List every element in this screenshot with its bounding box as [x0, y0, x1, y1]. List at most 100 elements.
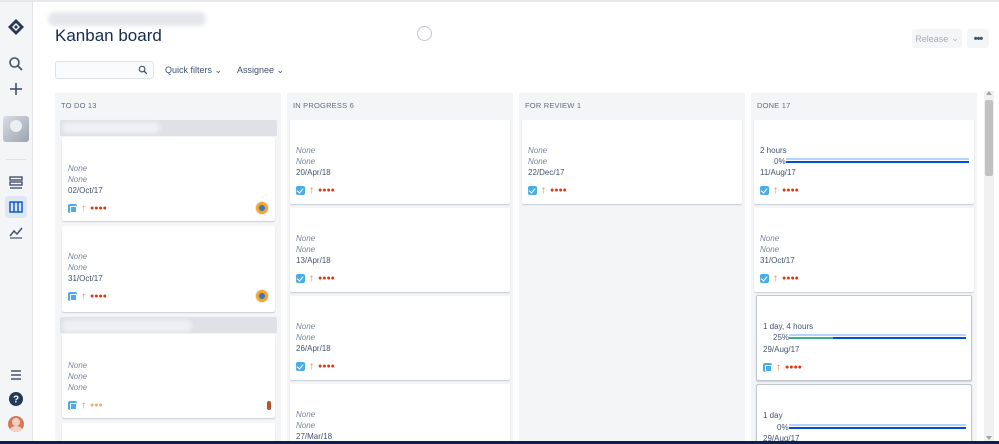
menu-icon[interactable] [5, 364, 27, 386]
assignee-avatar[interactable] [255, 201, 269, 215]
search-icon[interactable] [5, 53, 27, 75]
assignee-avatar[interactable] [267, 401, 271, 410]
card-meta: ↑ ●●● [68, 401, 103, 411]
user-avatar[interactable] [8, 416, 24, 432]
column-header: TO DO 13 [61, 101, 97, 110]
due-date: 11/Aug/17 [760, 168, 796, 177]
card-meta: ↑ ●●●● [296, 273, 335, 284]
priority-high-icon: ↑ [773, 185, 778, 196]
assignee-avatar[interactable] [255, 289, 269, 303]
task-icon [296, 274, 305, 283]
card-meta: ↑ ●●●● [68, 204, 107, 214]
time-estimate: 2 hours [760, 146, 787, 155]
column-header: DONE 17 [757, 101, 791, 110]
column-for-review: FOR REVIEW 1 None None 22/Dec/17 ↑ ●●●● [519, 93, 745, 444]
rank-dots-icon: ●●●● [782, 275, 799, 282]
card-field: None [68, 372, 88, 381]
board-search[interactable] [55, 61, 154, 80]
issue-card[interactable]: None None 22/Dec/17 ↑ ●●●● [522, 120, 742, 204]
column-name: DONE [757, 101, 780, 110]
due-date: 31/Oct/17 [760, 256, 795, 265]
loading-spinner-icon [417, 26, 432, 41]
column-name: TO DO [61, 101, 86, 110]
plus-icon[interactable] [5, 78, 27, 100]
search-input[interactable] [56, 64, 136, 80]
card-field: None [760, 245, 780, 254]
issue-card[interactable]: None None 20/Apr/18 ↑ ●●●● [290, 120, 510, 204]
reports-icon[interactable] [5, 221, 27, 243]
issue-card[interactable]: None None 27/Mar/18 [290, 384, 510, 444]
due-date: 20/Apr/18 [296, 168, 331, 177]
scrollbar-thumb[interactable] [985, 100, 993, 176]
jira-diamond-icon[interactable] [5, 16, 27, 38]
app: ? Kanban board Release ⌄ ••• Quick filte… [0, 0, 999, 444]
scroll-down-arrow-icon[interactable] [986, 436, 992, 440]
project-avatar[interactable] [3, 116, 29, 142]
board-icon[interactable] [5, 196, 27, 218]
progress-percent: 25% [773, 333, 790, 342]
swimlane-group: None None None ↑ ●●● [60, 317, 277, 418]
task-icon [296, 362, 305, 371]
chevron-down-icon: ⌄ [276, 65, 285, 75]
column-name: IN PROGRESS [293, 101, 348, 110]
priority-high-icon: ↑ [541, 185, 546, 196]
card-field: None [296, 245, 316, 254]
progress-fill [789, 337, 834, 339]
assignee-dropdown[interactable]: Assignee ⌄ [237, 65, 284, 76]
column-count: 17 [781, 101, 791, 110]
swimlane-title-redacted [62, 320, 192, 332]
due-date: 31/Oct/17 [68, 274, 103, 283]
more-actions-button[interactable]: ••• [967, 29, 989, 48]
card-field: None [296, 322, 316, 331]
issue-card[interactable]: None None None ↑ ●●● [62, 334, 275, 418]
help-icon[interactable]: ? [5, 388, 27, 410]
column-header: FOR REVIEW 1 [525, 101, 581, 110]
card-meta: ↑ ●●●● [296, 186, 335, 196]
column-header: IN PROGRESS 6 [293, 101, 354, 110]
card-field: None [68, 263, 88, 272]
column-done: DONE 17 2 hours 0% 11/Aug/17 ↑ ●●●● None… [751, 93, 977, 444]
due-date: 02/Oct/17 [68, 186, 103, 195]
issue-card[interactable]: 1 day, 4 hours 25% 29/Aug/17 ↑ ●●●● [756, 295, 972, 381]
rank-dots-icon: ●●●● [90, 205, 107, 212]
rank-dots-icon: ●●●● [785, 364, 802, 371]
priority-high-icon: ↑ [776, 362, 781, 373]
rank-dots-icon: ●●●● [318, 275, 335, 282]
task-icon [528, 186, 537, 195]
issue-card[interactable]: None None 13/Apr/18 ↑ ●●●● [290, 208, 510, 292]
column-in-progress: IN PROGRESS 6 None None 20/Apr/18 ↑ ●●●●… [287, 93, 513, 444]
task-icon [760, 186, 769, 195]
column-count: 1 [576, 101, 582, 110]
issue-card[interactable]: None None 31/Oct/17 ↑ ●●●● [754, 208, 974, 292]
issue-card[interactable]: None None 26/Apr/18 ↑ ●●●● [290, 296, 510, 380]
card-field: None [296, 157, 316, 166]
progress-percent: 0% [774, 157, 786, 166]
time-progress-bar [786, 158, 969, 163]
quick-filters-dropdown[interactable]: Quick filters ⌄ [165, 65, 222, 76]
priority-high-icon: ↑ [309, 273, 314, 284]
issue-card[interactable]: None None 31/Oct/17 ↑ ●●●● [62, 226, 275, 312]
due-date: 13/Apr/18 [296, 256, 331, 265]
chevron-down-icon: ⌄ [214, 65, 223, 75]
card-field: None [528, 157, 548, 166]
time-progress-bar [789, 334, 966, 339]
issue-card[interactable]: None None 02/Oct/17 ↑ ●●●● [62, 137, 275, 221]
column-todo: TO DO 13 None None 02/Oct/17 ↑ ●●●● None… [55, 93, 281, 444]
subtask-icon [68, 292, 77, 301]
swimlane-title-redacted [62, 122, 160, 133]
column-count: 13 [87, 101, 97, 110]
scroll-up-arrow-icon[interactable] [986, 91, 992, 95]
card-field: None [296, 333, 316, 342]
breadcrumb-redacted [48, 12, 206, 26]
release-button[interactable]: Release ⌄ [912, 29, 962, 48]
backlog-icon[interactable] [5, 172, 27, 194]
column-count: 6 [349, 101, 354, 110]
card-meta: ↑ ●●●● [296, 362, 335, 372]
top-divider [0, 0, 999, 2]
issue-card[interactable]: 1 day 0% 29/Aug/17 [756, 384, 972, 444]
time-estimate: 1 day, 4 hours [763, 322, 814, 331]
rank-dots-icon: ●●●● [90, 293, 107, 300]
swimlane-group: None None 02/Oct/17 ↑ ●●●● [60, 120, 277, 221]
card-field: None [68, 164, 88, 173]
issue-card[interactable]: 2 hours 0% 11/Aug/17 ↑ ●●●● [754, 120, 974, 204]
